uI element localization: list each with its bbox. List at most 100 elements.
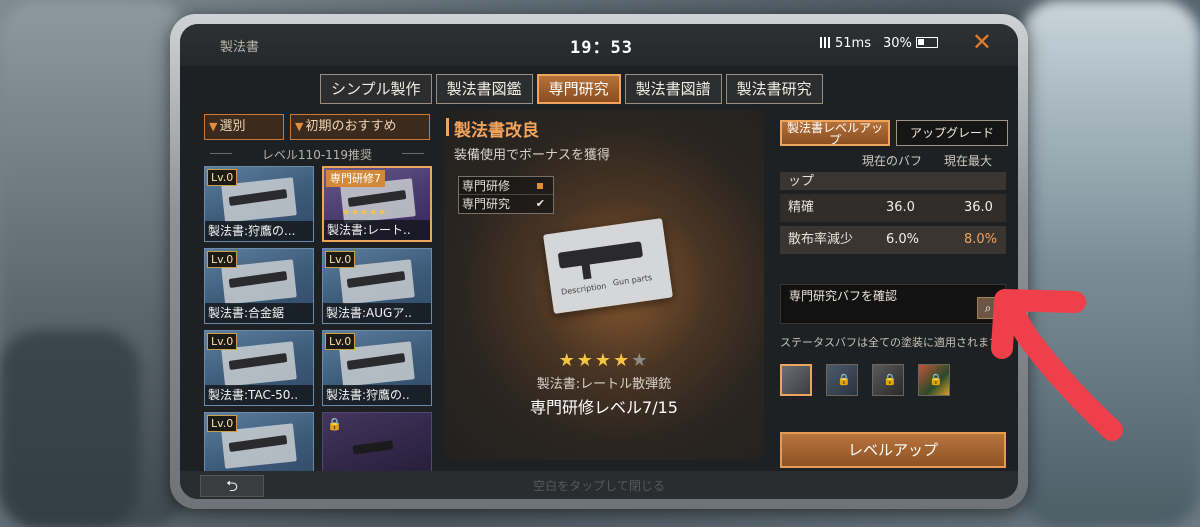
tab-bar: シンプル製作 製法書図鑑 専門研究 製法書図譜 製法書研究 — [320, 74, 823, 104]
level-badge: Lv.0 — [207, 333, 238, 350]
recipe-card[interactable]: Lv.0 製法書:狩鷹の.. — [322, 330, 432, 406]
level-badge: Lv.0 — [207, 251, 238, 268]
check-row-training[interactable]: 専門研修 — [459, 177, 553, 195]
blueprint-image: Description Gun parts — [543, 218, 673, 314]
shotgun-icon — [557, 241, 644, 269]
star-empty-icon: ★ — [631, 350, 650, 371]
lock-icon: 🔒 — [327, 417, 342, 431]
mode-checklist: 専門研修 専門研究 ✔ — [458, 176, 554, 214]
training-badge: 専門研修7 — [326, 170, 385, 187]
close-icon[interactable]: ✕ — [972, 30, 992, 54]
stat-current: 36.0 — [886, 200, 915, 215]
stat-table: ップ 精確 36.0 36.0 散布率減少 6.0% 8.0% — [780, 172, 1006, 258]
status-bar: 製法書 19：53 51ms 30% ✕ — [180, 24, 1018, 66]
tab-specialized-research[interactable]: 専門研究 — [536, 74, 621, 104]
recipe-card[interactable]: Lv.0 製法書:狩鷹の... — [204, 166, 314, 242]
column-current-buff: 現在のバフ — [862, 154, 923, 168]
clock: 19：53 — [570, 38, 633, 58]
item-name: 製法書:レートル散弾銃 — [536, 377, 672, 392]
checkmark-icon: ✔ — [535, 197, 545, 210]
recipe-name: 製法書:狩鷹の... — [205, 221, 313, 241]
level-up-button[interactable]: レベルアップ — [780, 432, 1006, 468]
skin-option-locked[interactable]: 🔒 — [826, 364, 858, 396]
tab-upgrade[interactable]: アップグレード — [896, 120, 1008, 146]
check-label: 専門研修 — [462, 179, 511, 193]
tab-recipe-research[interactable]: 製法書研究 — [725, 74, 823, 104]
recipe-card[interactable]: Lv.0 製法書:合金鋸 — [204, 248, 314, 324]
stat-current: 6.0% — [886, 232, 920, 247]
back-arrow-icon: ⮌ — [225, 477, 238, 495]
skin-option-default[interactable] — [780, 364, 812, 396]
skin-selector: 🔒 🔒 🔒 — [780, 364, 950, 396]
confirm-label: 専門研究バフを確認 — [789, 289, 898, 303]
background-right — [1020, 0, 1200, 527]
stat-label: 精確 — [788, 200, 815, 215]
filter-recommend-button[interactable]: ▼ 初期のおすすめ — [290, 114, 430, 140]
close-hint[interactable]: 空白をタップして閉じる — [180, 477, 1018, 494]
detail-title: 製法書改良 — [446, 116, 539, 141]
recipe-detail-panel: 製法書改良 装備使用でボーナスを獲得 専門研修 専門研究 ✔ Descripti… — [444, 110, 764, 460]
filter-select-label: 選別 — [219, 119, 246, 134]
check-label: 専門研究 — [462, 197, 511, 211]
window-title: 製法書 — [220, 40, 260, 55]
tab-simple-craft[interactable]: シンプル製作 — [320, 74, 432, 104]
stat-label: ップ — [788, 174, 815, 189]
tab-recipe-levelup[interactable]: 製法書レベルアップ — [780, 120, 890, 146]
stat-row: 精確 36.0 36.0 — [780, 194, 1006, 222]
rarity-stars: ★★★★★ — [342, 208, 388, 218]
recipe-card[interactable]: Lv.0 製法書:TAC-50.. — [204, 330, 314, 406]
recipe-name: 製法書:レート.. — [324, 220, 430, 240]
rarity-stars: ★★★★★ — [444, 350, 764, 371]
weapon-icon — [352, 440, 394, 455]
chevron-down-icon: ▼ — [209, 120, 218, 133]
buff-panel: 製法書レベルアップ アップグレード 現在のバフ 現在最大 ップ 精確 36.0 … — [772, 110, 1008, 468]
dot-icon — [537, 183, 543, 189]
game-screen: 製法書 19：53 51ms 30% ✕ シンプル製作 製法書図鑑 専門研究 製… — [180, 24, 1018, 499]
search-icon[interactable]: ⌕ — [977, 297, 999, 319]
stat-max: 36.0 — [964, 200, 993, 215]
back-button[interactable]: ⮌ — [200, 475, 264, 497]
research-buff-confirm[interactable]: 専門研究バフを確認 ⌕ — [780, 284, 1006, 324]
stat-label: 散布率減少 — [788, 232, 854, 247]
level-range-label: レベル110-119推奨 — [204, 146, 430, 163]
check-row-research[interactable]: 専門研究 ✔ — [459, 195, 553, 213]
battery-icon — [915, 37, 938, 48]
recipe-card[interactable]: Lv.0 製法書:AUGア.. — [322, 248, 432, 324]
tablet-frame: 製法書 19：53 51ms 30% ✕ シンプル製作 製法書図鑑 専門研究 製… — [170, 14, 1028, 509]
background-corner — [0, 330, 140, 527]
detail-subtitle: 装備使用でボーナスを獲得 — [454, 148, 611, 163]
star-filled-icon: ★ — [558, 350, 577, 371]
star-filled-icon: ★ — [613, 350, 632, 371]
star-filled-icon: ★ — [594, 350, 614, 371]
level-badge: Lv.0 — [325, 251, 356, 268]
recipe-name: 製法書:AUGア.. — [323, 303, 431, 323]
stat-row: 散布率減少 6.0% 8.0% — [780, 226, 1006, 254]
level-badge: Lv.0 — [325, 333, 356, 350]
recipe-card-selected[interactable]: 専門研修7 ★★★★★ 製法書:レート.. — [322, 166, 432, 242]
recipe-list-panel: ▼ 選別 ▼ 初期のおすすめ レベル110-119推奨 Lv.0 製法書:狩鷹の..… — [204, 112, 434, 488]
skin-option-locked[interactable]: 🔒 — [918, 364, 950, 396]
chevron-down-icon: ▼ — [295, 120, 304, 133]
level-badge: Lv.0 — [207, 169, 238, 186]
recipe-grid: Lv.0 製法書:狩鷹の... 専門研修7 ★★★★★ 製法書:レート.. Lv… — [204, 166, 434, 488]
tab-recipe-catalog[interactable]: 製法書図鑑 — [435, 74, 533, 104]
stat-row-partial: ップ — [780, 172, 1006, 190]
lock-icon: 🔒 — [929, 373, 943, 386]
tab-recipe-chart[interactable]: 製法書図譜 — [624, 74, 722, 104]
star-filled-icon: ★ — [576, 350, 595, 371]
column-current-max: 現在最大 — [944, 154, 993, 168]
skin-option-locked[interactable]: 🔒 — [872, 364, 904, 396]
bottom-bar: 空白をタップして閉じる ⮌ — [180, 471, 1018, 499]
filter-recommend-label: 初期のおすすめ — [305, 119, 397, 134]
recipe-name: 製法書:TAC-50.. — [205, 385, 313, 405]
recipe-name: 製法書:合金鋸 — [205, 303, 313, 323]
ping-value: 51ms — [835, 36, 871, 51]
recipe-name: 製法書:狩鷹の.. — [323, 385, 431, 405]
blueprint-caption: Gun parts — [612, 273, 653, 288]
filter-select-button[interactable]: ▼ 選別 — [204, 114, 284, 140]
lock-icon: 🔒 — [883, 373, 897, 386]
blueprint-caption: Description — [560, 281, 607, 297]
stat-max: 8.0% — [964, 232, 998, 247]
ping-indicator: 51ms — [820, 36, 871, 51]
signal-icon — [820, 37, 832, 48]
